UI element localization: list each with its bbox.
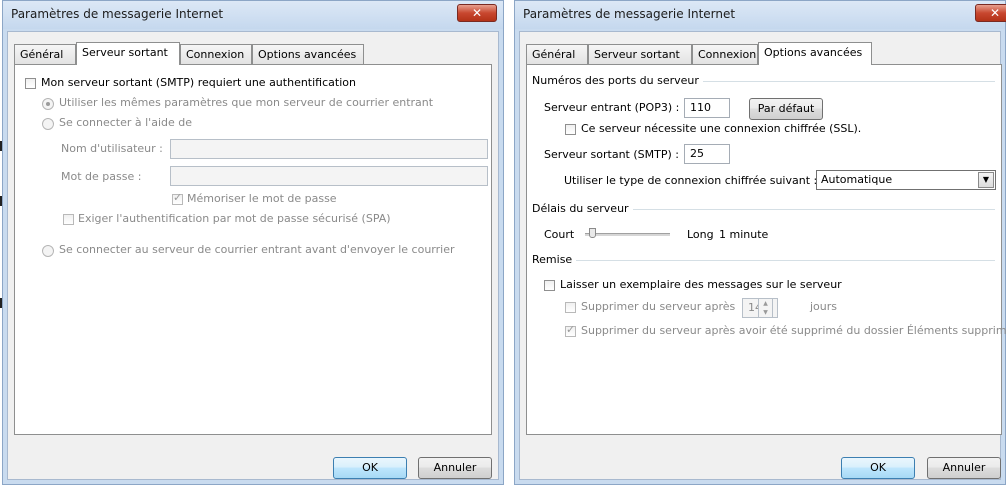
delivery-group: Remise (532, 253, 995, 267)
smtp-auth-label: Mon serveur sortant (SMTP) requiert une … (41, 76, 356, 89)
timeout-long-label: Long (687, 228, 714, 241)
tab-general[interactable]: Général (526, 44, 588, 64)
ssl-label: Ce serveur nécessite une connexion chiff… (581, 122, 862, 135)
tab-options-avancees[interactable]: Options avancées (758, 42, 872, 65)
background-edge-mark (0, 298, 2, 308)
timeout-value: 1 minute (719, 228, 769, 241)
checkmark-icon: ✓ (566, 323, 576, 336)
group-divider (532, 260, 995, 261)
outgoing-port-input[interactable]: 25 (684, 144, 730, 164)
use-same-settings-label: Utiliser les mêmes paramètres que mon se… (59, 96, 434, 109)
days-spinner[interactable]: ▲ ▼ (758, 298, 773, 318)
right-title-bar[interactable]: Paramètres de messagerie Internet ✕ (515, 1, 1006, 29)
right-dialog-window: Paramètres de messagerie Internet ✕ Géné… (514, 0, 1006, 485)
spinner-up-icon[interactable]: ▲ (759, 299, 772, 308)
right-dialog-client: Général Serveur sortant Connexion Option… (519, 31, 1006, 480)
left-dialog-window: Paramètres de messagerie Internet ✕ Géné… (2, 0, 504, 485)
outgoing-port-label: Serveur sortant (SMTP) : (544, 148, 679, 161)
days-unit-label: jours (810, 300, 838, 313)
dropdown-arrow-icon[interactable]: ▼ (978, 172, 994, 188)
remember-password-checkbox[interactable]: ✓ (172, 191, 183, 205)
incoming-port-label: Serveur entrant (POP3) : (544, 101, 680, 114)
timeout-group: Délais du serveur (532, 202, 995, 216)
right-ok-button[interactable]: OK (841, 457, 915, 479)
leave-copy-checkbox[interactable] (544, 280, 555, 291)
password-label: Mot de passe : (61, 170, 142, 183)
tab-serveur-sortant[interactable]: Serveur sortant (588, 44, 692, 64)
encryption-type-value: Automatique (821, 173, 893, 186)
background-edge-mark (0, 196, 2, 206)
timeout-slider-thumb[interactable] (588, 228, 596, 238)
tab-options-avancees[interactable]: Options avancées (252, 44, 364, 64)
username-input[interactable] (170, 139, 488, 159)
encryption-type-select[interactable]: Automatique ▼ (816, 170, 996, 190)
remove-after-label: Supprimer du serveur après (581, 300, 736, 313)
ports-group-title: Numéros des ports du serveur (532, 74, 703, 87)
spinner-down-icon[interactable]: ▼ (759, 308, 772, 317)
username-label: Nom d'utilisateur : (61, 142, 163, 155)
left-title-bar[interactable]: Paramètres de messagerie Internet ✕ (3, 1, 503, 29)
spa-checkbox[interactable] (63, 214, 74, 225)
connect-before-send-label: Se connecter au serveur de courrier entr… (59, 243, 455, 256)
ssl-checkbox[interactable] (565, 124, 576, 135)
timeout-short-label: Court (544, 228, 575, 241)
delivery-group-title: Remise (532, 253, 577, 266)
left-close-icon[interactable]: ✕ (457, 4, 497, 22)
left-tab-panel: Mon serveur sortant (SMTP) requiert une … (14, 64, 492, 435)
tab-general[interactable]: Général (14, 44, 76, 64)
left-ok-button[interactable]: OK (333, 457, 407, 479)
checkmark-icon: ✓ (173, 191, 183, 204)
right-close-icon[interactable]: ✕ (975, 4, 1006, 22)
left-dialog-client: Général Serveur sortant Connexion Option… (7, 31, 499, 480)
left-cancel-button[interactable]: Annuler (418, 457, 492, 479)
left-window-title: Paramètres de messagerie Internet (11, 7, 224, 21)
default-ports-button[interactable]: Par défaut (749, 98, 823, 120)
tab-serveur-sortant[interactable]: Serveur sortant (76, 42, 180, 65)
use-same-settings-radio[interactable] (42, 98, 54, 110)
password-input[interactable] (170, 166, 488, 186)
right-window-title: Paramètres de messagerie Internet (523, 7, 736, 21)
remove-deleted-label: Supprimer du serveur après avoir été sup… (581, 324, 1006, 337)
radio-selected-dot (46, 102, 50, 106)
incoming-port-input[interactable]: 110 (684, 98, 730, 118)
connect-before-send-radio[interactable] (42, 245, 54, 257)
timeout-group-title: Délais du serveur (532, 202, 633, 215)
timeout-slider-track[interactable] (585, 233, 670, 236)
ports-group: Numéros des ports du serveur (532, 74, 995, 88)
right-tab-panel: Numéros des ports du serveur Serveur ent… (526, 64, 1006, 435)
connect-with-label: Se connecter à l'aide de (59, 116, 192, 129)
remove-after-checkbox[interactable] (565, 302, 576, 313)
tab-connexion[interactable]: Connexion (692, 44, 758, 64)
spa-label: Exiger l'authentification par mot de pas… (78, 212, 391, 225)
encryption-type-label: Utiliser le type de connexion chiffrée s… (564, 174, 818, 187)
remember-password-label: Mémoriser le mot de passe (187, 192, 337, 205)
leave-copy-label: Laisser un exemplaire des messages sur l… (560, 278, 842, 291)
right-cancel-button[interactable]: Annuler (927, 457, 1001, 479)
background-edge-mark (0, 141, 2, 151)
smtp-auth-checkbox[interactable] (25, 78, 36, 89)
connect-with-radio[interactable] (42, 118, 54, 130)
tab-connexion[interactable]: Connexion (180, 44, 252, 64)
remove-deleted-checkbox[interactable]: ✓ (565, 323, 576, 337)
